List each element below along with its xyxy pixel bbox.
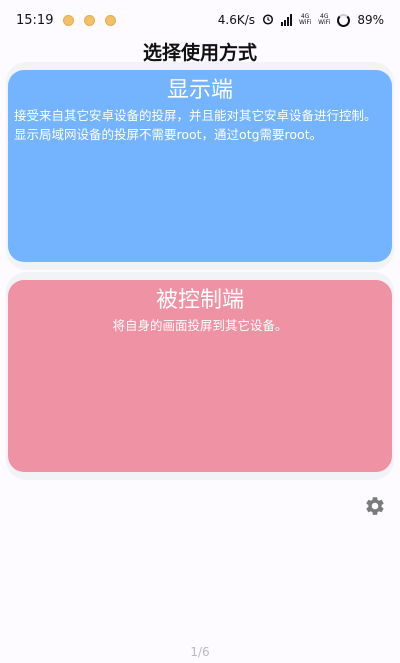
notification-icon	[84, 14, 96, 26]
notification-icon	[63, 14, 75, 26]
display-card-shadow: 显示端 接受来自其它安卓设备的投屏，并且能对其它安卓设备进行控制。显示局域网设备…	[6, 62, 394, 270]
display-card-wrapper: 显示端 接受来自其它安卓设备的投屏，并且能对其它安卓设备进行控制。显示局域网设备…	[0, 62, 400, 270]
status-time: 15:19	[16, 12, 54, 28]
battery-icon	[337, 13, 351, 27]
display-mode-card[interactable]: 显示端 接受来自其它安卓设备的投屏，并且能对其它安卓设备进行控制。显示局域网设备…	[8, 70, 392, 262]
display-card-title: 显示端	[166, 78, 233, 103]
settings-button[interactable]	[362, 493, 388, 519]
alarm-icon	[262, 13, 274, 28]
controlled-card-shadow: 被控制端 将自身的画面投屏到其它设备。	[6, 272, 394, 480]
wifi-signal-label: 4G WiFi	[299, 13, 312, 26]
controlled-mode-card[interactable]: 被控制端 将自身的画面投屏到其它设备。	[8, 280, 392, 472]
status-bar: 15:19 4.6K/s 4G WiFi 4G WiFi 89%	[0, 0, 400, 40]
controlled-card-wrapper: 被控制端 将自身的画面投屏到其它设备。	[0, 272, 400, 480]
controlled-card-description: 将自身的画面投屏到其它设备。	[112, 318, 288, 333]
notification-icon	[105, 14, 117, 26]
battery-percent: 89%	[357, 13, 384, 27]
page-title: 选择使用方式	[142, 42, 257, 64]
page-indicator: 1/6	[190, 645, 210, 659]
status-right: 4.6K/s 4G WiFi 4G WiFi 89%	[218, 13, 384, 28]
status-left: 15:19	[16, 12, 117, 28]
display-card-description: 接受来自其它安卓设备的投屏，并且能对其它安卓设备进行控制。显示局域网设备的投屏不…	[14, 108, 377, 142]
controlled-card-title: 被控制端	[155, 288, 244, 313]
signal-icon	[281, 14, 293, 26]
wifi-signal-label: 4G WiFi	[318, 13, 331, 26]
gear-icon	[366, 497, 384, 515]
network-speed: 4.6K/s	[217, 13, 256, 27]
